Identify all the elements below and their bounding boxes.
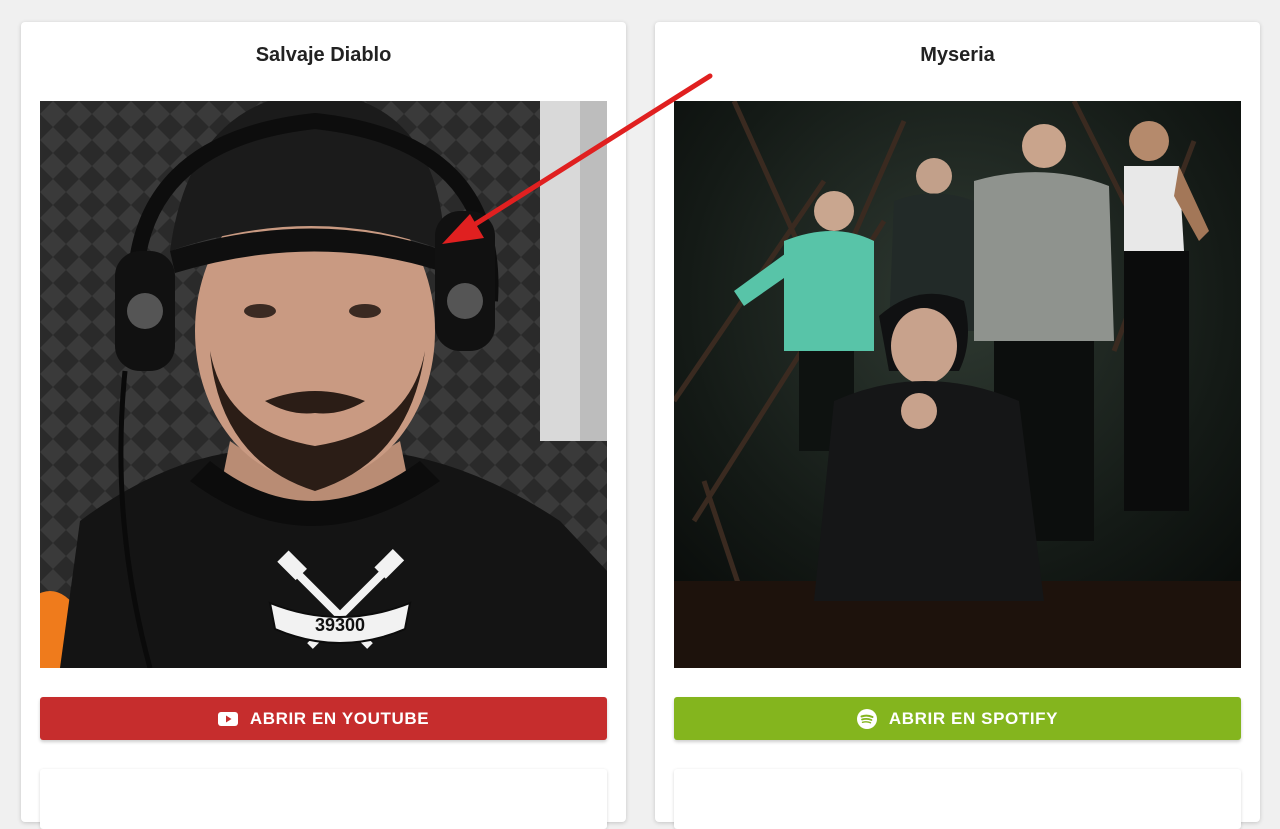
open-spotify-button[interactable]: ABRIR EN SPOTIFY <box>674 697 1241 740</box>
youtube-icon <box>217 711 238 726</box>
open-spotify-label: ABRIR EN SPOTIFY <box>888 708 1059 728</box>
shirt-logo-text: 39300 <box>315 615 365 635</box>
artist-card-salvaje-diablo: Salvaje Diablo 39300 ABRIR EN YOUTUBE <box>21 22 626 829</box>
card-title: Myseria <box>920 44 995 66</box>
artist-photo <box>674 101 1241 668</box>
spotify-icon <box>856 708 877 729</box>
open-youtube-label: ABRIR EN YOUTUBE <box>249 708 430 728</box>
card-title: Salvaje Diablo <box>255 44 392 66</box>
artist-photo: 39300 <box>40 101 607 668</box>
secondary-card <box>40 769 607 829</box>
secondary-card <box>674 769 1241 829</box>
open-youtube-button[interactable]: ABRIR EN YOUTUBE <box>40 697 607 740</box>
artist-card-myseria: Myseria ABRIR EN SPOTIFY <box>655 22 1260 829</box>
